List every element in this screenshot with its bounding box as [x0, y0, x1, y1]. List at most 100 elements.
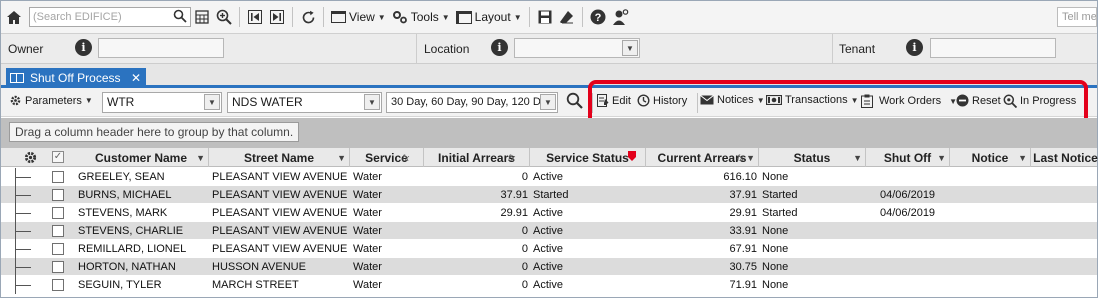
gears-icon — [392, 11, 407, 24]
column-header-last-notice[interactable]: Last Notice — [1031, 148, 1098, 167]
column-chooser-icon[interactable] — [23, 150, 38, 168]
table-row[interactable]: STEVENS, CHARLIE PLEASANT VIEW AVENUE Wate… — [1, 222, 1097, 240]
cell-initial-arrears: 0 — [521, 225, 528, 237]
row-checkbox[interactable] — [52, 243, 64, 255]
search-input[interactable]: (Search EDIFICE) — [29, 7, 191, 27]
context-filter-row: Owner i Location i ▼ Tenant i — [1, 34, 1097, 64]
table-row[interactable]: STEVENS, MARK PLEASANT VIEW AVENUE Water 29… — [1, 204, 1097, 222]
column-header-initial-arrears[interactable]: Initial Arrears fx — [424, 148, 530, 167]
cell-notice — [953, 204, 1029, 222]
chevron-down-icon[interactable]: ▼ — [364, 94, 380, 110]
location-label: Location — [424, 42, 470, 56]
cell-service-status: Started — [533, 189, 569, 201]
table-row[interactable]: BURNS, MICHAEL PLEASANT VIEW AVENUE Water 3… — [1, 186, 1097, 204]
eraser-icon[interactable] — [558, 7, 576, 27]
home-icon[interactable] — [5, 7, 23, 27]
service-select[interactable]: NDS WATER ▼ — [227, 92, 382, 113]
column-header-service[interactable]: Service fx — [350, 148, 424, 167]
save-icon[interactable] — [536, 7, 554, 27]
zoom-in-icon[interactable] — [215, 7, 233, 27]
owner-field[interactable] — [98, 38, 224, 58]
row-checkbox[interactable] — [52, 225, 64, 237]
layout-icon — [455, 10, 472, 24]
column-header-shut-off[interactable]: Shut Off ▼ — [866, 148, 950, 167]
cell-service-status: Active — [533, 225, 563, 237]
parameters-button[interactable]: Parameters ▼ — [9, 94, 93, 107]
cell-shut-off — [880, 258, 948, 276]
close-icon[interactable]: ✕ — [131, 71, 141, 85]
support-user-icon[interactable] — [611, 7, 629, 27]
calculator-icon[interactable] — [193, 7, 211, 27]
column-header-current-arrears[interactable]: Current Arrears fx ▼ — [646, 148, 759, 167]
cell-street-name: HUSSON AVENUE — [212, 261, 306, 273]
table-row[interactable]: REMILLARD, LIONEL PLEASANT VIEW AVENUE Wat… — [1, 240, 1097, 258]
chevron-down-icon[interactable]: ▼ — [622, 40, 638, 56]
column-header-service-status[interactable]: Service Status — [530, 148, 646, 167]
gear-icon — [10, 95, 21, 106]
tab-shut-off-process[interactable]: Shut Off Process ✕ — [6, 68, 146, 88]
filter-icon[interactable]: ▼ — [937, 153, 946, 163]
cell-service: Water — [353, 225, 382, 237]
filter-icon[interactable]: ▼ — [1018, 153, 1027, 163]
chevron-down-icon[interactable]: ▼ — [540, 94, 556, 110]
tell-me-input[interactable]: Tell me — [1057, 7, 1097, 27]
cell-notice — [953, 222, 1029, 240]
aging-select[interactable]: 30 Day, 60 Day, 90 Day, 120 Da ▼ — [386, 92, 558, 113]
column-header-label: Current Arrears — [657, 150, 747, 165]
search-icon[interactable] — [173, 9, 187, 26]
info-icon[interactable]: i — [906, 39, 923, 56]
help-icon[interactable]: ? — [589, 7, 607, 27]
table-row[interactable]: GREELEY, SEAN PLEASANT VIEW AVENUE Water 0 A… — [1, 168, 1097, 186]
table-row[interactable]: HORTON, NATHAN HUSSON AVENUE Water 0 Active 3… — [1, 258, 1097, 276]
cell-current-arrears: 67.91 — [729, 243, 757, 255]
parameters-label: Parameters — [25, 94, 82, 107]
utility-select[interactable]: WTR ▼ — [102, 92, 222, 113]
view-menu[interactable]: View ▼ — [331, 10, 386, 24]
filter-icon[interactable]: ▼ — [746, 153, 755, 163]
row-checkbox[interactable] — [52, 279, 64, 291]
chevron-down-icon: ▼ — [513, 12, 522, 22]
filter-active-icon[interactable] — [627, 150, 637, 162]
toolbar-divider — [323, 7, 324, 27]
filter-icon[interactable]: ▼ — [337, 153, 346, 163]
cell-customer-name: REMILLARD, LIONEL — [78, 243, 187, 255]
row-checkbox[interactable] — [52, 189, 64, 201]
group-by-panel[interactable]: Drag a column header here to group by th… — [1, 118, 1097, 148]
divider — [416, 34, 417, 64]
layout-menu[interactable]: Layout ▼ — [455, 10, 522, 24]
column-header-customer-name[interactable]: Customer Name ▼ — [74, 148, 209, 167]
info-icon[interactable]: i — [75, 39, 92, 56]
tools-menu[interactable]: Tools ▼ — [392, 10, 450, 24]
filter-icon[interactable]: ▼ — [196, 153, 205, 163]
info-icon[interactable]: i — [491, 39, 508, 56]
cell-current-arrears: 29.91 — [729, 207, 757, 219]
tree-connector — [9, 258, 35, 276]
cell-notice — [953, 258, 1029, 276]
select-all-checkbox[interactable]: ✓ — [52, 151, 64, 163]
tree-connector — [9, 240, 35, 258]
shut-off-grid: ✓ Customer Name ▼ Street Name ▼ Service fx Ini… — [1, 148, 1098, 297]
cell-current-arrears: 30.75 — [729, 261, 757, 273]
filter-icon[interactable]: ▼ — [853, 153, 862, 163]
cell-initial-arrears: 29.91 — [500, 207, 528, 219]
refresh-icon[interactable] — [299, 7, 317, 27]
cell-street-name: PLEASANT VIEW AVENUE — [212, 243, 348, 255]
table-row[interactable]: SEGUIN, TYLER MARCH STREET Water 0 Active 71.… — [1, 276, 1097, 294]
row-checkbox[interactable] — [52, 207, 64, 219]
grid-header: ✓ Customer Name ▼ Street Name ▼ Service fx Ini… — [1, 148, 1098, 168]
tools-menu-label: Tools — [410, 10, 439, 24]
first-record-icon[interactable] — [246, 7, 264, 27]
row-checkbox[interactable] — [52, 261, 64, 273]
cell-status: None — [762, 243, 789, 255]
last-record-icon[interactable] — [268, 7, 286, 27]
chevron-down-icon[interactable]: ▼ — [204, 94, 220, 110]
tenant-field[interactable] — [930, 38, 1056, 58]
column-header-street-name[interactable]: Street Name ▼ — [209, 148, 350, 167]
row-checkbox[interactable] — [52, 171, 64, 183]
cell-last-notice — [1034, 240, 1098, 258]
search-button[interactable] — [566, 92, 583, 109]
column-header-status[interactable]: Status ▼ — [759, 148, 866, 167]
cell-initial-arrears: 0 — [521, 171, 528, 183]
location-dropdown[interactable]: ▼ — [514, 38, 640, 58]
column-header-notice[interactable]: Notice ▼ — [950, 148, 1031, 167]
